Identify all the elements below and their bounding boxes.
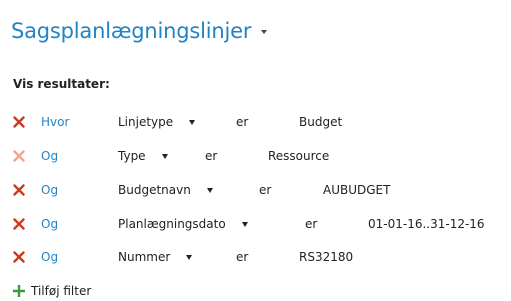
filter-field-dropdown[interactable]: Planlægningsdato xyxy=(118,213,248,235)
chevron-down-icon xyxy=(241,221,248,227)
filter-field-dropdown[interactable]: Nummer xyxy=(118,246,193,268)
filter-value[interactable]: 01-01-16..31-12-16 xyxy=(368,213,485,235)
filter-operator: er xyxy=(205,149,218,163)
filter-field-dropdown[interactable]: Budgetnavn xyxy=(118,179,213,201)
filter-conjunction: Og xyxy=(41,149,59,163)
filter-value[interactable]: Ressource xyxy=(268,145,329,167)
filter-operator: er xyxy=(259,183,272,197)
add-filter-label: Tilføj filter xyxy=(31,284,92,298)
filter-row: Og Budgetnavn er AUBUDGET xyxy=(0,179,511,201)
filter-field-label: Type xyxy=(118,149,146,163)
plus-icon xyxy=(13,285,25,297)
filter-operator: er xyxy=(236,115,249,129)
filter-row: Og Nummer er RS32180 xyxy=(0,246,511,268)
filter-value[interactable]: Budget xyxy=(299,111,342,133)
page-header: Sagsplanlægningslinjer xyxy=(11,14,268,48)
remove-filter-close-icon[interactable] xyxy=(13,213,27,235)
remove-filter-close-icon[interactable] xyxy=(13,179,27,201)
filter-field-label: Budgetnavn xyxy=(118,183,191,197)
filter-row: Hvor Linjetype er Budget xyxy=(0,111,511,133)
filter-value[interactable]: AUBUDGET xyxy=(323,179,390,201)
filter-conjunction: Og xyxy=(41,250,59,264)
page-title: Sagsplanlægningslinjer xyxy=(11,19,252,43)
chevron-down-icon xyxy=(189,119,196,125)
chevron-down-icon xyxy=(161,153,168,159)
filter-conjunction: Og xyxy=(41,183,59,197)
filter-results-heading: Vis resultater: xyxy=(13,77,110,91)
filter-operator: er xyxy=(305,217,318,231)
remove-filter-close-icon[interactable] xyxy=(13,246,27,268)
title-menu-chevron-down-icon[interactable] xyxy=(261,30,268,34)
filter-field-dropdown[interactable]: Linjetype xyxy=(118,111,196,133)
chevron-down-icon xyxy=(206,187,213,193)
filter-field-label: Nummer xyxy=(118,250,171,264)
filter-field-label: Planlægningsdato xyxy=(118,217,226,231)
filter-conjunction: Hvor xyxy=(41,115,70,129)
remove-filter-close-icon[interactable] xyxy=(13,145,27,167)
filter-field-label: Linjetype xyxy=(118,115,174,129)
filter-field-dropdown[interactable]: Type xyxy=(118,145,168,167)
add-filter-button[interactable]: Tilføj filter xyxy=(13,283,91,299)
filter-conjunction: Og xyxy=(41,217,59,231)
remove-filter-close-icon[interactable] xyxy=(13,111,27,133)
filter-operator: er xyxy=(236,250,249,264)
filter-row: Og Planlægningsdato er 01-01-16..31-12-1… xyxy=(0,213,511,235)
filter-value[interactable]: RS32180 xyxy=(299,246,353,268)
filter-row: Og Type er Ressource xyxy=(0,145,511,167)
chevron-down-icon xyxy=(186,254,193,260)
